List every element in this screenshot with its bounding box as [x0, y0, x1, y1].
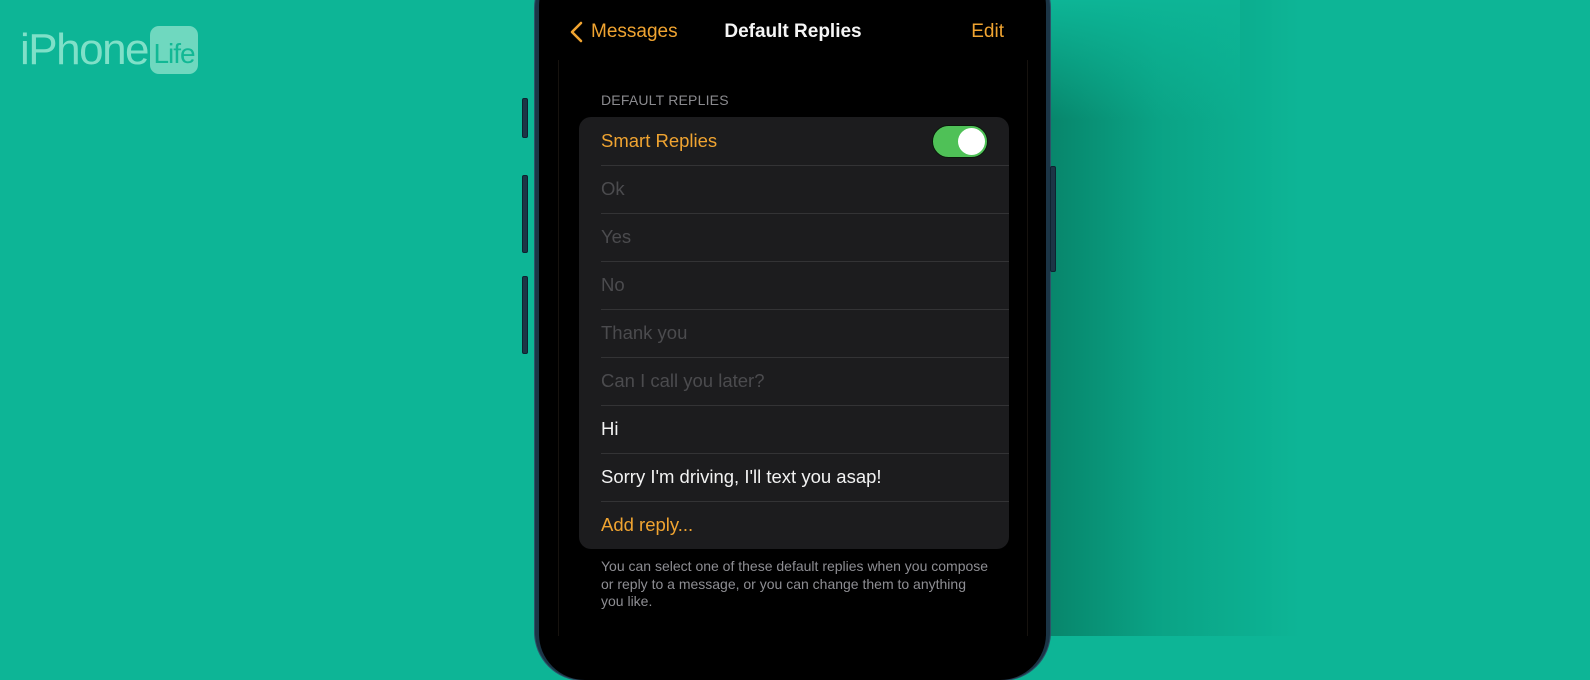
section-footer-note: You can select one of these default repl… — [601, 558, 989, 609]
logo-badge: Life — [150, 26, 199, 74]
smart-replies-row: Smart Replies — [579, 117, 1009, 165]
smart-replies-label: Smart Replies — [601, 130, 718, 151]
reply-text: No — [601, 274, 625, 295]
reply-text: Hi — [601, 418, 619, 439]
section-header: DEFAULT REPLIES — [601, 92, 729, 108]
volume-up-button — [522, 175, 528, 253]
add-reply-button[interactable]: Add reply... — [579, 501, 1009, 549]
reply-item[interactable]: Thank you — [579, 309, 1009, 357]
reply-text: Ok — [601, 178, 625, 199]
reply-text: Thank you — [601, 322, 688, 343]
back-button[interactable]: Messages — [570, 14, 678, 50]
logo-text: iPhone — [20, 25, 150, 74]
default-replies-list: Smart Replies Ok Yes No Thank you Can I … — [579, 117, 1009, 549]
reply-item[interactable]: No — [579, 261, 1009, 309]
reply-item[interactable]: Ok — [579, 165, 1009, 213]
smart-replies-toggle[interactable] — [932, 125, 988, 158]
volume-down-button — [522, 276, 528, 354]
background-shadow-fade — [1040, 0, 1240, 120]
add-reply-label: Add reply... — [601, 514, 694, 535]
reply-text: Sorry I'm driving, I'll text you asap! — [601, 466, 882, 487]
iphone-life-logo: iPhone Life — [20, 25, 199, 75]
reply-item[interactable]: Can I call you later? — [579, 357, 1009, 405]
reply-item[interactable]: Hi — [579, 405, 1009, 453]
reply-text: Can I call you later? — [601, 370, 765, 391]
reply-text: Yes — [601, 226, 632, 247]
reply-item[interactable]: Sorry I'm driving, I'll text you asap! — [579, 453, 1009, 501]
mute-switch — [522, 98, 528, 138]
navigation-bar: Messages Default Replies Edit — [558, 14, 1028, 50]
edit-button[interactable]: Edit — [971, 14, 1004, 50]
chevron-left-icon — [570, 21, 583, 43]
screen-edge-right — [1027, 60, 1028, 636]
screen-edge-left — [558, 60, 559, 636]
phone-screen: Messages Default Replies Edit DEFAULT RE… — [558, 0, 1028, 636]
logo-badge-text: Life — [153, 38, 195, 69]
back-label: Messages — [591, 21, 678, 42]
reply-item[interactable]: Yes — [579, 213, 1009, 261]
toggle-knob — [958, 128, 985, 155]
side-button — [1050, 166, 1056, 272]
